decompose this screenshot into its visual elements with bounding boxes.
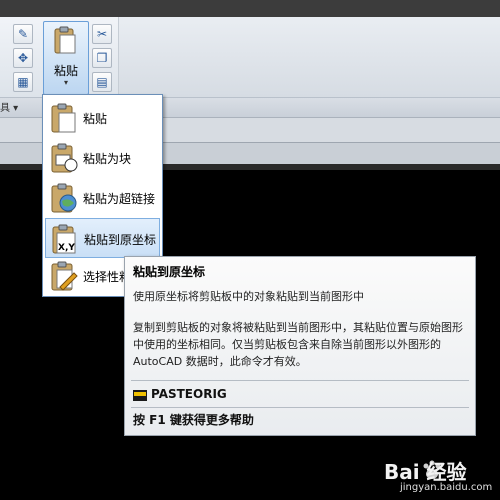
clipboard-icon [54,26,76,54]
panel-label[interactable]: 具 ▾ [0,99,18,114]
copy-icon[interactable]: ❐ [92,48,112,68]
coordinates-icon-text: X,Y [58,243,75,253]
watermark-brand: Bai 经验 [384,460,467,484]
tooltip-command-name: PASTEORIG [151,387,227,401]
paste-as-block-icon [51,143,78,173]
tooltip-title: 粘贴到原坐标 [133,265,206,279]
menu-item-paste-as-hyperlink[interactable]: 粘贴为超链接 [45,178,160,218]
paste-to-original-coordinates-icon: X,Y [52,224,76,254]
command-line-icon [133,390,147,401]
chevron-down-icon: ▾ [63,78,68,87]
tooltip-divider [131,380,469,381]
move-icon[interactable]: ✥ [13,48,33,68]
menu-item-paste[interactable]: 粘贴 [45,98,160,138]
ribbon-panel-right [118,17,500,97]
paste-button-label: 粘贴 [53,64,78,78]
tooltip-summary: 使用原坐标将剪贴板中的对象粘贴到当前图形中 [133,290,364,303]
paste-button[interactable]: 粘贴 ▾ [43,21,89,95]
menu-item-label: 粘贴到原坐标 [84,233,157,247]
paste-format-icon[interactable]: ▤ [92,72,112,92]
paste-special-icon [51,261,78,291]
paste-as-hyperlink-icon [51,183,77,213]
paste-icon [51,103,76,133]
menu-item-label: 粘贴为超链接 [83,192,156,206]
tooltip-help-hint: 按 F1 键获得更多帮助 [133,413,254,427]
tooltip-description: 复制到剪贴板的对象将被粘贴到当前图形中，其粘贴位置与原始图形中使用的坐标相同。仅… [133,321,463,368]
menu-item-label: 粘贴 [83,112,108,126]
match-properties-icon[interactable]: ✎ [13,24,33,44]
watermark-url: jingyan.baidu.com [400,482,493,493]
menu-item-paste-to-original-coordinates[interactable]: X,Y 粘贴到原坐标 [45,218,160,258]
menu-item-paste-as-block[interactable]: 粘贴为块 [45,138,160,178]
title-bar [0,0,500,17]
cut-icon[interactable]: ✂ [92,24,112,44]
calculator-icon[interactable]: ▦ [13,72,33,92]
tooltip: 粘贴到原坐标 使用原坐标将剪贴板中的对象粘贴到当前图形中 复制到剪贴板的对象将被… [124,256,476,436]
tooltip-divider [131,407,469,408]
menu-item-label: 粘贴为块 [83,152,132,166]
